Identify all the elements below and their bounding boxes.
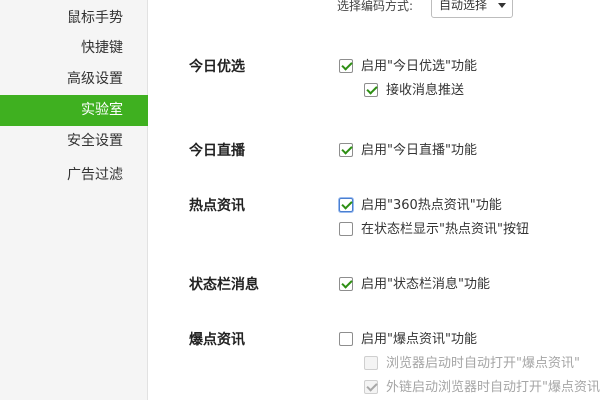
- chevron-down-icon: [498, 3, 506, 8]
- settings-main: 选择编码方式: 自动选择 今日优选 启用"今日优选"功能 接收消息推送 今日直播…: [149, 0, 600, 400]
- sidebar-item-shortcuts[interactable]: 快捷键: [0, 33, 148, 64]
- option-label: 启用"今日直播"功能: [361, 143, 477, 158]
- section-title-burst-news: 爆点资讯: [189, 332, 245, 348]
- checkbox-disabled: [364, 356, 378, 370]
- section-title-status-bar-message: 状态栏消息: [189, 277, 259, 293]
- encoding-select-value: 自动选择: [439, 0, 488, 12]
- checkbox-checked[interactable]: [339, 198, 353, 212]
- option-label: 浏览器启动时自动打开"爆点资讯": [386, 356, 580, 371]
- section-title-daily-picks: 今日优选: [189, 59, 245, 75]
- option-label: 在状态栏显示"热点资讯"按钮: [361, 222, 529, 237]
- sidebar-item-advanced[interactable]: 高级设置: [0, 64, 148, 95]
- encoding-label: 选择编码方式:: [337, 0, 414, 13]
- option-label: 启用"爆点资讯"功能: [361, 332, 477, 347]
- option-label: 接收消息推送: [386, 83, 465, 98]
- option-label: 启用"今日优选"功能: [361, 59, 477, 74]
- checkbox-disabled-checked: [364, 380, 378, 394]
- checkbox-checked[interactable]: [339, 277, 353, 291]
- sidebar-item-mouse-gesture[interactable]: 鼠标手势: [0, 3, 148, 34]
- option-label: 外链启动浏览器时自动打开"爆点资讯: [386, 380, 600, 395]
- encoding-select[interactable]: 自动选择: [431, 0, 513, 18]
- section-title-daily-live: 今日直播: [189, 143, 245, 159]
- checkbox-unchecked[interactable]: [339, 332, 353, 346]
- checkbox-checked[interactable]: [339, 59, 353, 73]
- option-label: 启用"状态栏消息"功能: [361, 277, 490, 292]
- settings-sidebar: 鼠标手势 快捷键 高级设置 实验室 安全设置 广告过滤: [0, 0, 148, 400]
- sidebar-item-security[interactable]: 安全设置: [0, 126, 148, 157]
- sidebar-item-ad-filter[interactable]: 广告过滤: [0, 160, 148, 191]
- section-title-hot-news: 热点资讯: [189, 198, 245, 214]
- checkbox-checked[interactable]: [339, 143, 353, 157]
- sidebar-item-lab[interactable]: 实验室: [0, 95, 148, 126]
- checkbox-unchecked[interactable]: [339, 222, 353, 236]
- option-label: 启用"360热点资讯"功能: [361, 198, 502, 213]
- checkbox-checked[interactable]: [364, 83, 378, 97]
